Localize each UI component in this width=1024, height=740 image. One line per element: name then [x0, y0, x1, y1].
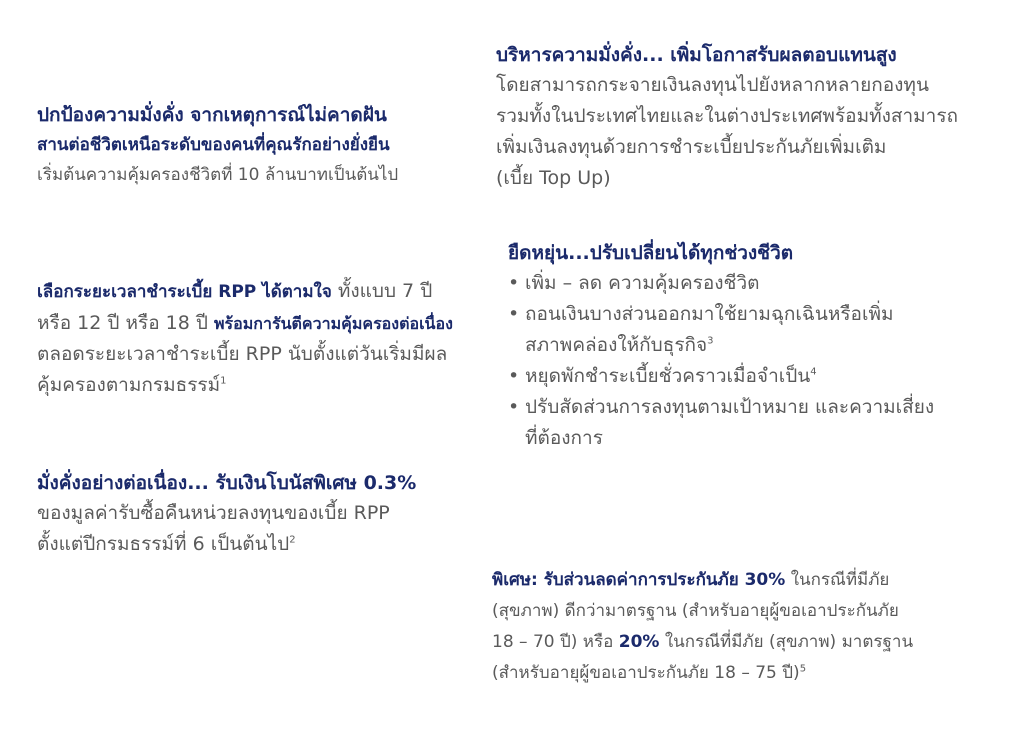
bonus-title: มั่งคั่งอย่างต่อเนื่อง... รับเงินโบนัสพิ…	[37, 472, 417, 494]
flexible-item-2-text: สภาพคล่องให้กับธุรกิจ	[525, 334, 708, 356]
flexible-item-3: หยุดพักชำระเบี้ยชั่วคราวเมื่อจำเป็น4	[508, 361, 934, 392]
bonus-line-2: ตั้งแต่ปีกรมธรรม์ที่ 6 เป็นต้นไป2	[37, 529, 416, 560]
discount-text-3a: 18 – 70 ปี) หรือ	[492, 632, 619, 652]
protect-wealth-section: ปกป้องความมั่งคั่ง จากเหตุการณ์ไม่คาดฝัน…	[37, 100, 398, 191]
flexible-item-2-line-2: สภาพคล่องให้กับธุรกิจ3	[525, 330, 934, 361]
footnote-5: 5	[799, 663, 807, 675]
payment-term-text-2: หรือ 12 ปี หรือ 18 ปี	[37, 312, 214, 334]
footnote-1: 1	[220, 375, 227, 387]
flexible-item-2-line-1: ถอนเงินบางส่วนออกมาใช้ยามฉุกเฉินหรือเพิ่…	[525, 303, 894, 325]
flexible-list: เพิ่ม – ลด ความคุ้มครองชีวิต ถอนเงินบางส…	[508, 268, 934, 454]
flexible-item-1: เพิ่ม – ลด ความคุ้มครองชีวิต	[508, 268, 934, 299]
flexible-section: ยืดหยุ่น...ปรับเปลี่ยนได้ทุกช่วงชีวิต เพ…	[508, 238, 934, 454]
discount-bold-1: พิเศษ: รับส่วนลดค่าการประกันภัย 30%	[492, 570, 786, 590]
manage-wealth-title: บริหารความมั่งคั่ง... เพิ่มโอกาสรับผลตอบ…	[496, 44, 897, 66]
discount-text-1: ในกรณีที่มีภัย	[785, 570, 890, 590]
manage-wealth-section: บริหารความมั่งคั่ง... เพิ่มโอกาสรับผลตอบ…	[496, 40, 958, 194]
bonus-line-1: ของมูลค่ารับซื้อคืนหน่วยลงทุนของเบี้ย RP…	[37, 502, 390, 524]
payment-term-line-2: หรือ 12 ปี หรือ 18 ปี พร้อมการันตีความคุ…	[37, 308, 453, 339]
flexible-item-2: ถอนเงินบางส่วนออกมาใช้ยามฉุกเฉินหรือเพิ่…	[508, 299, 934, 361]
manage-wealth-line-1: โดยสามารถกระจายเงินลงทุนไปยังหลากหลายกอง…	[496, 74, 929, 96]
footnote-4: 4	[810, 366, 817, 378]
payment-term-bold-2: พร้อมการันตีความคุ้มครองต่อเนื่อง	[214, 314, 453, 333]
manage-wealth-line-3: เพิ่มเงินลงทุนด้วยการชำระเบี้ยประกันภัยเ…	[496, 136, 887, 158]
footnote-3: 3	[707, 335, 714, 347]
payment-term-text-4: คุ้มครองตามกรมธรรม์	[37, 374, 221, 396]
discount-line-2: (สุขภาพ) ดีกว่ามาตรฐาน (สำหรับอายุผู้ขอเ…	[492, 601, 899, 621]
payment-term-line-3: ตลอดระยะเวลาชำระเบี้ย RPP นับตั้งแต่วันเ…	[37, 343, 448, 365]
discount-line-1: พิเศษ: รับส่วนลดค่าการประกันภัย 30% ในกร…	[492, 565, 913, 596]
protect-wealth-title: ปกป้องความมั่งคั่ง จากเหตุการณ์ไม่คาดฝัน	[37, 104, 387, 126]
flexible-item-4: ปรับสัดส่วนการลงทุนตามเป้าหมาย และความเส…	[508, 392, 934, 454]
discount-text-3b: ในกรณีที่มีภัย (สุขภาพ) มาตรฐาน	[659, 632, 914, 652]
discount-line-3: 18 – 70 ปี) หรือ 20% ในกรณีที่มีภัย (สุข…	[492, 627, 913, 658]
protect-wealth-body: เริ่มต้นความคุ้มครองชีวิตที่ 10 ล้านบาทเ…	[37, 165, 399, 185]
flexible-item-4-line-2: ที่ต้องการ	[525, 427, 603, 449]
payment-term-line-4: คุ้มครองตามกรมธรรม์1	[37, 370, 453, 401]
protect-wealth-subtitle: สานต่อชีวิตเหนือระดับของคนที่คุณรักอย่าง…	[37, 135, 390, 155]
manage-wealth-line-4: (เบี้ย Top Up)	[496, 167, 611, 189]
discount-bold-3: 20%	[618, 632, 660, 652]
manage-wealth-line-2: รวมทั้งในประเทศไทยและในต่างประเทศพร้อมทั…	[496, 105, 959, 127]
payment-term-section: เลือกระยะเวลาชำระเบี้ย RPP ได้ตามใจ ทั้ง…	[37, 276, 453, 401]
flexible-title: ยืดหยุ่น...ปรับเปลี่ยนได้ทุกช่วงชีวิต	[508, 242, 794, 264]
payment-term-bold-1: เลือกระยะเวลาชำระเบี้ย RPP ได้ตามใจ	[37, 282, 332, 302]
payment-term-text-1: ทั้งแบบ 7 ปี	[331, 280, 433, 302]
footnote-2: 2	[289, 534, 296, 546]
discount-line-4: (สำหรับอายุผู้ขอเอาประกันภัย 18 – 75 ปี)…	[492, 658, 913, 689]
bonus-section: มั่งคั่งอย่างต่อเนื่อง... รับเงินโบนัสพิ…	[37, 468, 416, 560]
bonus-line-2-text: ตั้งแต่ปีกรมธรรม์ที่ 6 เป็นต้นไป	[37, 533, 290, 555]
flexible-item-3-text: หยุดพักชำระเบี้ยชั่วคราวเมื่อจำเป็น	[525, 365, 811, 387]
discount-text-4: (สำหรับอายุผู้ขอเอาประกันภัย 18 – 75 ปี)	[492, 663, 800, 683]
payment-term-line-1: เลือกระยะเวลาชำระเบี้ย RPP ได้ตามใจ ทั้ง…	[37, 276, 453, 308]
flexible-item-4-line-1: ปรับสัดส่วนการลงทุนตามเป้าหมาย และความเส…	[525, 396, 935, 418]
discount-section: พิเศษ: รับส่วนลดค่าการประกันภัย 30% ในกร…	[492, 565, 913, 689]
